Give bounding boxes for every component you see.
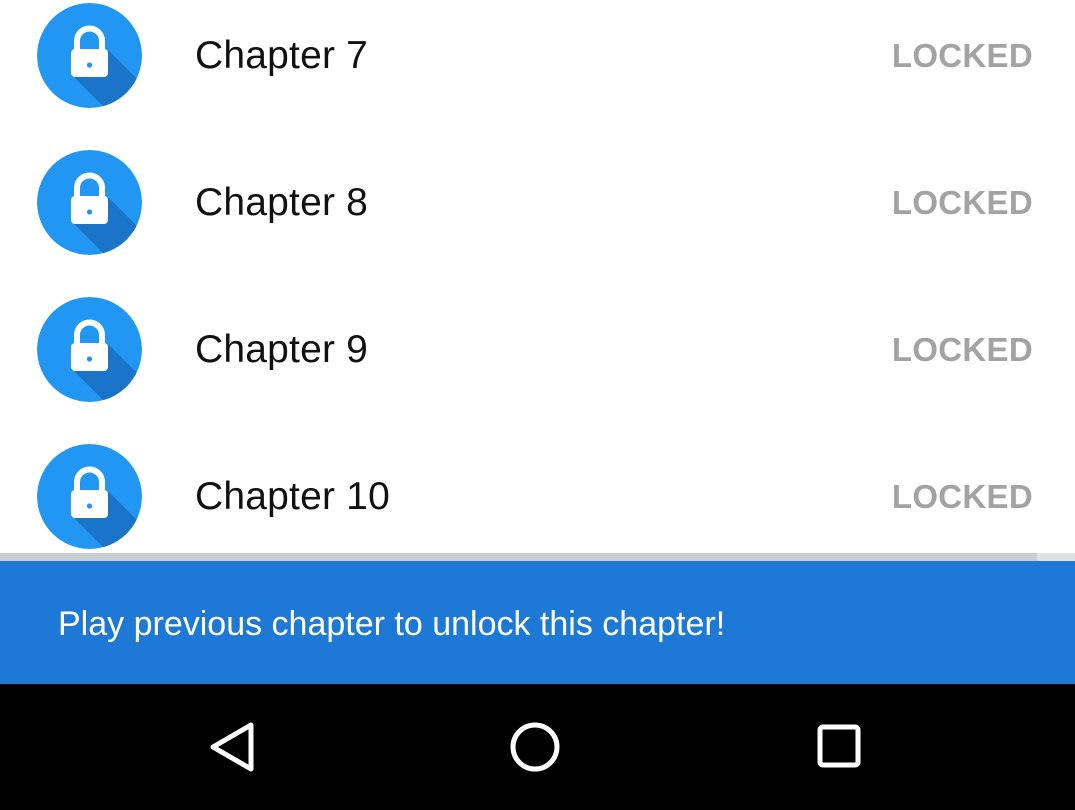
chapter-title: Chapter 8 bbox=[195, 181, 369, 224]
status-label: LOCKED bbox=[891, 184, 1033, 221]
snackbar-shadow bbox=[0, 553, 1075, 561]
recent-apps-square-icon[interactable] bbox=[809, 717, 869, 777]
status-label: LOCKED bbox=[891, 37, 1033, 74]
chapter-row[interactable]: Chapter 8 LOCKED bbox=[0, 129, 1075, 276]
chapter-row[interactable]: Chapter 10 LOCKED bbox=[0, 423, 1075, 553]
chapter-row[interactable]: Chapter 7 LOCKED bbox=[0, 0, 1075, 129]
lock-icon bbox=[37, 150, 142, 255]
lock-icon bbox=[37, 297, 142, 402]
status-label: LOCKED bbox=[891, 478, 1033, 515]
chapter-row[interactable]: Chapter 9 LOCKED bbox=[0, 276, 1075, 423]
lock-icon bbox=[37, 3, 142, 108]
home-circle-icon[interactable] bbox=[505, 717, 565, 777]
chapter-title: Chapter 7 bbox=[195, 34, 369, 77]
lock-icon bbox=[37, 444, 142, 549]
chapter-title: Chapter 9 bbox=[195, 328, 369, 371]
chapter-title: Chapter 10 bbox=[195, 475, 390, 518]
chapter-list: Chapter 7 LOCKED Chapter 8 LOCKED Chapte… bbox=[0, 0, 1075, 553]
shadow-segment bbox=[1037, 553, 1075, 561]
snackbar: Play previous chapter to unlock this cha… bbox=[0, 561, 1075, 684]
back-triangle-icon[interactable] bbox=[205, 717, 265, 777]
system-navigation-bar bbox=[0, 684, 1075, 810]
status-label: LOCKED bbox=[891, 331, 1033, 368]
snackbar-message: Play previous chapter to unlock this cha… bbox=[58, 605, 726, 643]
